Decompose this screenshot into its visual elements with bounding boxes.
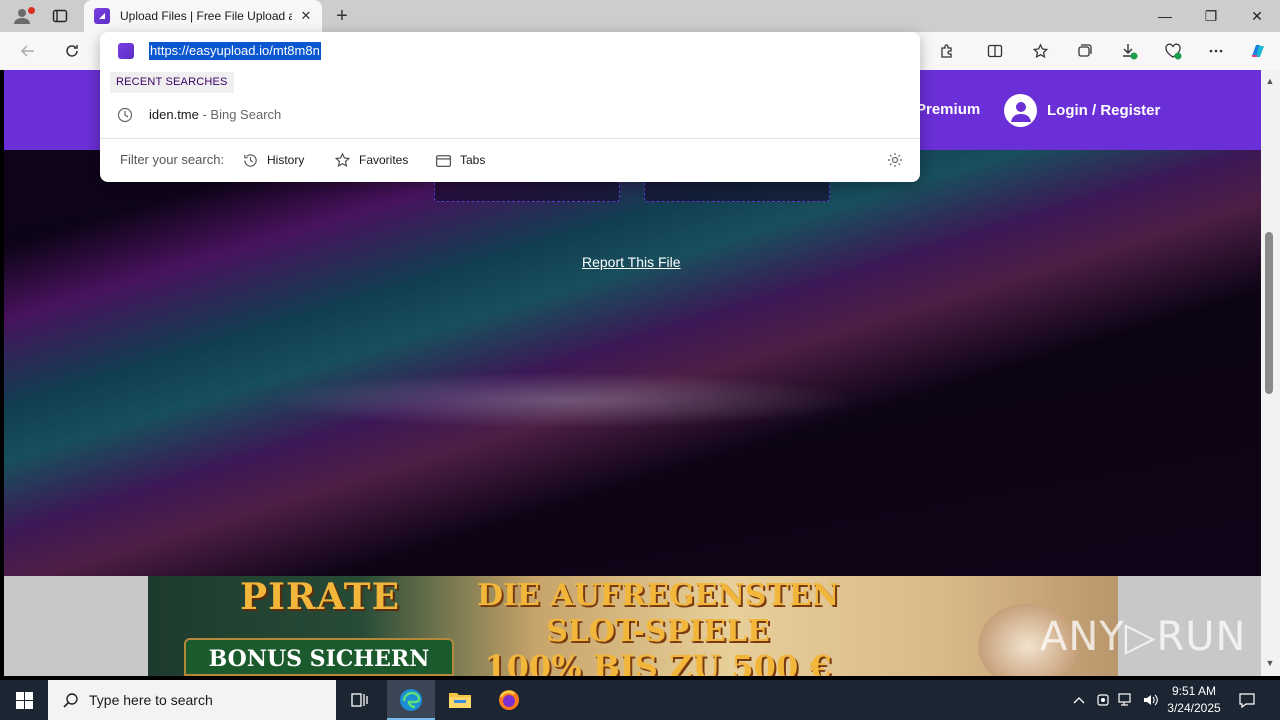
device-icon[interactable]	[1093, 690, 1113, 710]
scroll-thumb[interactable]	[1265, 232, 1273, 394]
login-register-link[interactable]: Login / Register	[1004, 94, 1160, 127]
filter-history-label: History	[267, 153, 305, 167]
show-hidden-icons-chevron-icon[interactable]	[1069, 690, 1089, 710]
refresh-icon	[66, 45, 78, 57]
star-icon	[334, 151, 351, 167]
address-bar-dropdown: https://easyupload.io/mt8m8n RECENT SEAR…	[100, 32, 920, 182]
history-icon	[244, 153, 257, 167]
clock-time: 9:51 AM	[1171, 684, 1217, 698]
scroll-down-icon[interactable]: ▼	[1265, 658, 1275, 668]
more-dots-icon	[1209, 49, 1223, 53]
split-screen-icon	[987, 44, 1003, 58]
start-button[interactable]	[0, 680, 48, 720]
filter-favorites-button[interactable]: Favorites	[334, 149, 408, 171]
page-scrollbar[interactable]: ▲ ▼	[1261, 70, 1280, 676]
ad-bonus-button[interactable]: BONUS SICHERN	[184, 638, 454, 676]
tab-close-icon[interactable]: ✕	[298, 8, 314, 24]
favorites-button[interactable]	[1027, 39, 1053, 63]
refresh-button[interactable]	[59, 39, 85, 63]
more-options-button[interactable]	[1203, 39, 1229, 63]
recent-search-item[interactable]: iden.tme - Bing Search	[100, 102, 920, 128]
clock-date: 3/24/2025	[1167, 701, 1221, 715]
system-clock[interactable]: 9:51 AM 3/24/2025	[1160, 683, 1228, 717]
new-tab-button[interactable]: +	[330, 4, 354, 28]
recent-search-source: - Bing Search	[198, 107, 282, 122]
recent-searches-heading: RECENT SEARCHES	[110, 72, 234, 93]
task-view-icon	[351, 693, 368, 707]
collections-icon	[1078, 44, 1092, 57]
tab-actions-button[interactable]	[48, 4, 72, 28]
firefox-icon	[499, 690, 519, 710]
login-register-label: Login / Register	[1047, 102, 1161, 119]
nav-premium-link[interactable]: Premium	[916, 101, 980, 118]
volume-icon[interactable]	[1140, 690, 1160, 710]
scroll-up-icon[interactable]: ▲	[1265, 76, 1275, 86]
anyrun-watermark: ANY▷RUN	[1040, 614, 1247, 660]
windows-taskbar: Type here to search 9:51 AM 3/24/2025	[0, 680, 1280, 720]
profile-button[interactable]	[8, 4, 36, 28]
tab-title: Upload Files | Free File Upload and	[120, 9, 292, 23]
easyupload-favicon-icon	[94, 8, 110, 24]
downloads-button[interactable]	[1116, 39, 1142, 63]
task-view-button[interactable]	[336, 680, 384, 720]
site-favicon-icon	[118, 43, 134, 59]
ad-headline-3: 100% BIS ZU 500 €	[484, 648, 832, 676]
copilot-button[interactable]	[1245, 39, 1271, 63]
taskbar-file-explorer-button[interactable]	[436, 680, 484, 720]
taskbar-edge-button[interactable]	[387, 680, 435, 720]
browser-essentials-button[interactable]	[1160, 39, 1186, 63]
tab-active[interactable]: Upload Files | Free File Upload and ✕	[84, 0, 322, 32]
close-window-button[interactable]: ✕	[1234, 0, 1280, 32]
heartbeat-icon	[1165, 43, 1182, 60]
notifications-icon[interactable]	[1237, 690, 1257, 710]
edge-icon	[400, 689, 422, 711]
filter-favorites-label: Favorites	[359, 153, 409, 167]
minimize-button[interactable]: —	[1142, 0, 1188, 32]
network-icon[interactable]	[1116, 690, 1136, 710]
filter-history-button[interactable]: History	[242, 149, 304, 171]
taskbar-search-placeholder: Type here to search	[89, 692, 213, 708]
history-clock-icon	[117, 107, 133, 123]
favorites-star-icon	[1032, 42, 1048, 58]
search-icon	[63, 692, 78, 708]
recent-search-query: iden.tme	[149, 107, 199, 122]
address-input[interactable]: https://easyupload.io/mt8m8n	[149, 42, 321, 60]
notification-dot	[28, 7, 35, 14]
ad-headline-1: DIE AUFREGENSTEN	[476, 578, 840, 613]
copilot-icon	[1252, 45, 1264, 57]
browser-tab-bar: Upload Files | Free File Upload and ✕ + …	[0, 0, 1280, 32]
collections-button[interactable]	[1071, 39, 1097, 63]
dropdown-divider	[100, 138, 920, 139]
restore-button[interactable]: ❐	[1188, 0, 1234, 32]
ad-pirate-logo: PIRATE	[240, 576, 401, 618]
report-file-link[interactable]: Report This File	[582, 254, 681, 270]
split-screen-button[interactable]	[982, 39, 1008, 63]
gear-icon[interactable]	[886, 151, 904, 169]
filter-tabs-button[interactable]: Tabs	[435, 149, 485, 171]
back-arrow-icon	[20, 45, 34, 57]
taskbar-search-box[interactable]: Type here to search	[48, 680, 336, 720]
taskbar-firefox-button[interactable]	[485, 680, 533, 720]
ad-headline-2: SLOT-SPIELE	[546, 614, 770, 649]
puzzle-icon	[941, 44, 952, 58]
extensions-button[interactable]	[934, 39, 960, 63]
user-avatar-icon	[1004, 94, 1037, 127]
back-button[interactable]	[15, 39, 41, 63]
download-icon	[1123, 44, 1138, 60]
filter-label: Filter your search:	[120, 152, 225, 167]
folder-icon	[449, 693, 471, 708]
windows-logo-icon	[15, 691, 33, 709]
filter-tabs-label: Tabs	[460, 153, 486, 167]
tab-actions-icon	[52, 9, 68, 23]
tabs-icon	[435, 154, 452, 167]
casino-ad-banner[interactable]: PIRATE BONUS SICHERN DIE AUFREGENSTEN SL…	[148, 576, 1118, 676]
